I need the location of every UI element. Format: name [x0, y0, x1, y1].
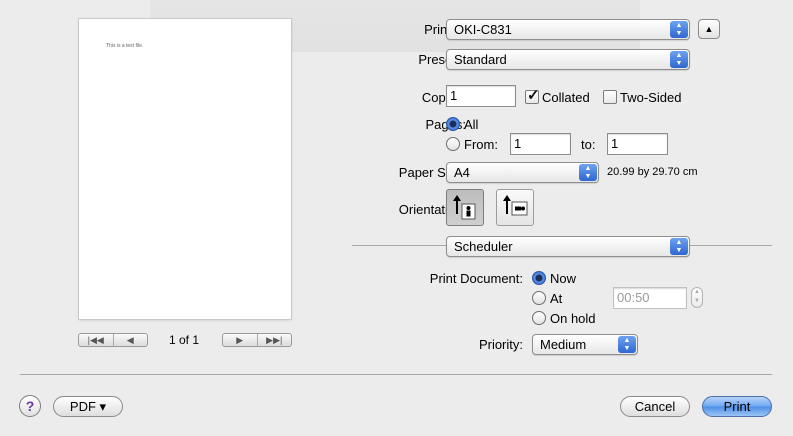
pages-from-radio[interactable] — [446, 137, 460, 151]
paper-dimensions: 20.99 by 29.70 cm — [607, 166, 698, 178]
first-page-icon[interactable]: |◀◀ — [79, 334, 113, 346]
print-dialog: This is a test file. |◀◀ ◀ 1 of 1 ▶ ▶▶| … — [0, 0, 793, 436]
footer-divider — [20, 374, 772, 375]
last-page-icon[interactable]: ▶▶| — [256, 334, 292, 346]
pages-to-field[interactable]: 1 — [607, 133, 668, 155]
time-stepper[interactable]: ▲ ▼ — [691, 287, 703, 308]
pages-from-field[interactable]: 1 — [510, 133, 571, 155]
paper-size-select[interactable]: A4 ▲ ▼ — [446, 162, 599, 183]
orientation-portrait-button[interactable] — [446, 189, 484, 226]
next-page-icon[interactable]: ▶ — [223, 334, 257, 346]
priority-value: Medium — [540, 337, 587, 352]
updown-arrows-icon: ▲ ▼ — [670, 238, 688, 255]
priority-select[interactable]: Medium ▲ ▼ — [532, 334, 638, 355]
updown-arrows-icon: ▲ ▼ — [670, 21, 688, 38]
priority-label: Priority: — [478, 337, 523, 352]
print-now-label: Now — [550, 271, 577, 286]
page-count: 1 of 1 — [169, 333, 200, 347]
landscape-orientation-icon — [503, 195, 528, 216]
print-at-radio[interactable] — [532, 291, 546, 305]
print-now-radio[interactable] — [532, 271, 546, 285]
printer-select[interactable]: OKI-C831 ▲ ▼ — [446, 19, 690, 40]
print-document-label: Print Document: — [429, 271, 523, 286]
stepper-up-icon[interactable]: ▲ — [694, 289, 700, 295]
collapse-details-button[interactable]: ▲ — [698, 19, 720, 39]
preview-next-last-buttons[interactable]: ▶ ▶▶| — [222, 333, 292, 347]
collated-checkbox[interactable] — [525, 86, 540, 104]
preview-first-prev-buttons[interactable]: |◀◀ ◀ — [78, 333, 148, 347]
presets-select[interactable]: Standard ▲ ▼ — [446, 49, 690, 70]
presets-value: Standard — [454, 52, 507, 67]
two-sided-label: Two-Sided — [620, 90, 682, 105]
orientation-landscape-button[interactable] — [496, 189, 534, 226]
collated-label: Collated — [542, 90, 590, 105]
section-select[interactable]: Scheduler ▲ ▼ — [446, 236, 690, 257]
updown-arrows-icon: ▲ ▼ — [670, 51, 688, 68]
pages-all-label: All — [464, 117, 479, 132]
two-sided-checkbox[interactable] — [603, 90, 617, 104]
print-at-time-field[interactable]: 00:50 — [613, 287, 687, 309]
pages-from-label: From: — [464, 137, 498, 152]
copies-field[interactable]: 1 — [446, 85, 516, 107]
paper-size-value: A4 — [454, 165, 470, 180]
print-on-hold-label: On hold — [550, 311, 596, 326]
preview-page: This is a test file. — [79, 19, 291, 319]
section-value: Scheduler — [454, 239, 513, 254]
pages-to-label: to: — [581, 137, 596, 152]
portrait-orientation-icon — [453, 195, 476, 220]
previous-page-icon[interactable]: ◀ — [112, 334, 148, 346]
stepper-down-icon[interactable]: ▼ — [694, 298, 700, 304]
triangle-up-icon: ▲ — [704, 24, 714, 34]
help-button[interactable]: ? — [19, 395, 41, 417]
preview-page-text: This is a test file. — [106, 43, 144, 49]
print-on-hold-radio[interactable] — [532, 311, 546, 325]
updown-arrows-icon: ▲ ▼ — [618, 336, 636, 353]
pages-all-radio[interactable] — [446, 117, 460, 131]
cancel-button[interactable]: Cancel — [620, 396, 690, 417]
pdf-button[interactable]: PDF ▾ — [53, 396, 123, 417]
print-button[interactable]: Print — [702, 396, 772, 417]
print-at-label: At — [550, 291, 563, 306]
printer-value: OKI-C831 — [454, 22, 512, 37]
updown-arrows-icon: ▲ ▼ — [579, 164, 597, 181]
